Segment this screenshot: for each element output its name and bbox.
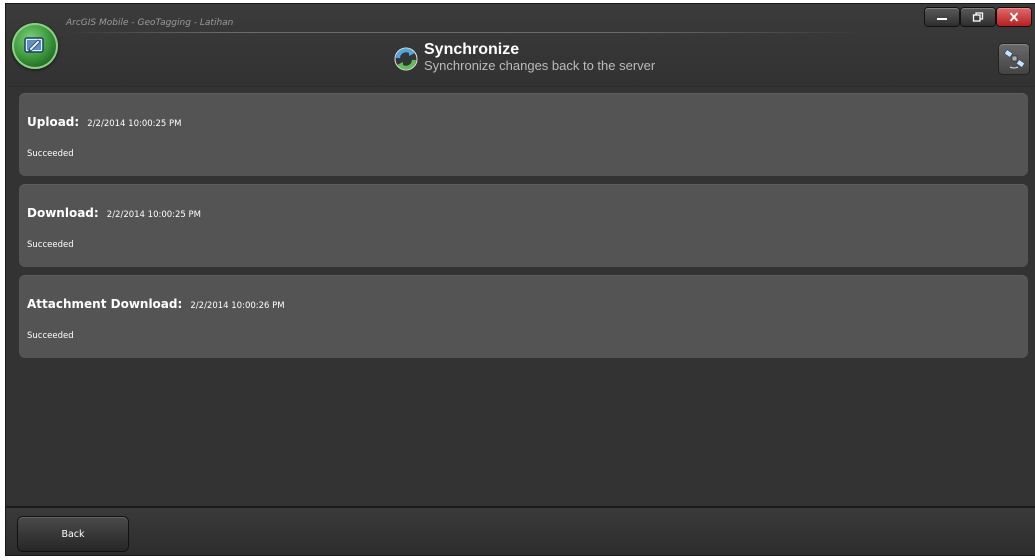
app-logo-icon[interactable] xyxy=(12,23,58,69)
title-divider xyxy=(66,32,866,33)
sync-results-list: Upload: 2/2/2014 10:00:25 PM Succeeded D… xyxy=(6,88,1035,504)
restore-button[interactable] xyxy=(961,8,995,26)
page-subtitle: Synchronize changes back to the server xyxy=(424,58,656,73)
sync-result-status: Succeeded xyxy=(27,331,74,341)
page-heading: Synchronize Synchronize changes back to … xyxy=(391,40,655,74)
sync-result-status: Succeeded xyxy=(27,149,74,159)
sync-result-time: 2/2/2014 10:00:25 PM xyxy=(106,210,201,220)
app-window: ArcGIS Mobile - GeoTagging - Latihan Syn… xyxy=(6,4,1035,555)
sync-result-card-download: Download: 2/2/2014 10:00:25 PM Succeeded xyxy=(19,184,1028,267)
sync-result-label: Download: xyxy=(27,206,99,220)
minimize-icon xyxy=(937,18,947,20)
sync-arrows-icon xyxy=(394,47,418,71)
sync-result-label: Attachment Download: xyxy=(27,297,183,311)
sync-result-status: Succeeded xyxy=(27,240,74,250)
footer-bar: Back xyxy=(6,506,1035,555)
sync-result-time: 2/2/2014 10:00:25 PM xyxy=(87,119,182,129)
back-button[interactable]: Back xyxy=(18,517,128,551)
sync-result-time: 2/2/2014 10:00:26 PM xyxy=(190,301,285,311)
sync-result-card-attachment-download: Attachment Download: 2/2/2014 10:00:26 P… xyxy=(19,275,1028,358)
heading-text: Synchronize Synchronize changes back to … xyxy=(424,41,655,73)
satellite-icon xyxy=(1003,48,1026,69)
app-title: ArcGIS Mobile - GeoTagging - Latihan xyxy=(66,18,234,28)
close-icon xyxy=(1009,12,1019,22)
sync-result-card-upload: Upload: 2/2/2014 10:00:25 PM Succeeded xyxy=(19,93,1028,176)
window-controls xyxy=(925,8,1031,26)
sync-result-label: Upload: xyxy=(27,115,80,129)
close-button[interactable] xyxy=(997,8,1031,26)
restore-icon xyxy=(972,12,984,22)
header-bar: ArcGIS Mobile - GeoTagging - Latihan Syn… xyxy=(6,4,1035,87)
minimize-button[interactable] xyxy=(925,8,959,26)
page-title: Synchronize xyxy=(424,41,520,58)
gps-button[interactable] xyxy=(999,44,1029,74)
